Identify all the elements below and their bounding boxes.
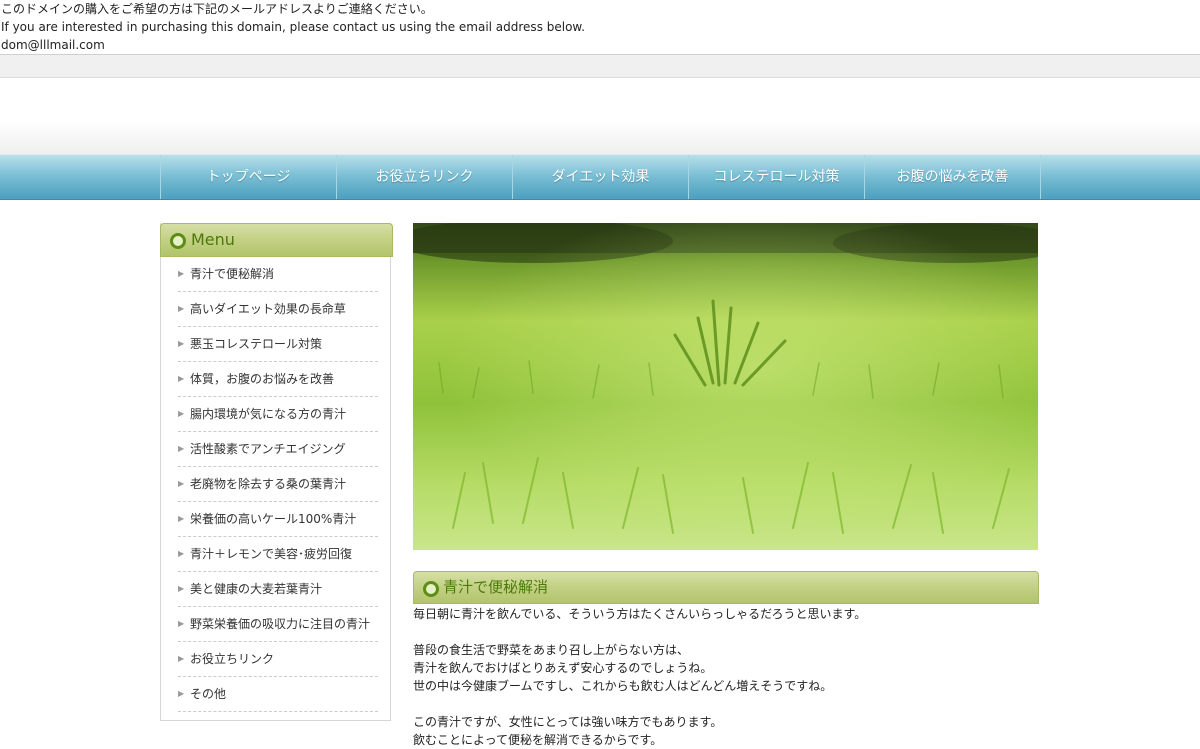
arrow-right-icon: ▶ [178,339,185,348]
nav-item-cholesterol[interactable]: コレステロール対策 [688,155,864,199]
article-line-blank [413,695,1039,713]
nav-item-stomach[interactable]: お腹の悩みを改善 [864,155,1041,199]
notice-japanese: このドメインの購入をご希望の方は下記のメールアドレスよりご連絡ください。 [1,2,433,16]
menu-item[interactable]: ▶ 高いダイエット効果の長命草 [178,292,378,327]
article-line: 毎日朝に青汁を飲んでいる、そういう方はたくさんいらっしゃるだろうと思います。 [413,607,867,621]
article-line-blank [413,623,1039,641]
menu-item[interactable]: ▶ 活性酸素でアンチエイジング [178,432,378,467]
menu-item[interactable]: ▶ 体質，お腹のお悩みを改善 [178,362,378,397]
menu-item-label: お役立ちリンク [190,652,275,666]
arrow-right-icon: ▶ [178,479,185,488]
nav-item-top[interactable]: トップページ [160,155,336,199]
menu-item-label: その他 [190,687,227,701]
arrow-right-icon: ▶ [178,689,185,698]
notice-english: If you are interested in purchasing this… [1,20,585,34]
arrow-right-icon: ▶ [178,619,185,628]
menu-item-label: 青汁で便秘解消 [190,267,275,281]
menu-item[interactable]: ▶ 栄養価の高いケール100%青汁 [178,502,378,537]
arrow-right-icon: ▶ [178,549,185,558]
menu-item[interactable]: ▶ 野菜栄養価の吸収力に注目の青汁 [178,607,378,642]
menu-item[interactable]: ▶ 老廃物を除去する桑の葉青汁 [178,467,378,502]
article-line: 青汁を飲んでおけばとりあえず安心するのでしょうね。 [413,661,713,675]
menu-item-label: 野菜栄養価の吸収力に注目の青汁 [190,617,371,631]
menu-item[interactable]: ▶ その他 [178,677,378,712]
article-line: 普段の食生活で野菜をあまり召し上がらない方は、 [413,643,690,657]
arrow-right-icon: ▶ [178,444,185,453]
grass-photo [413,223,1038,550]
article-title: 青汁で便秘解消 [443,578,549,596]
article-line: この青汁ですが、女性にとっては強い味方でもあります。 [413,715,723,729]
menu-item[interactable]: ▶ 腸内環境が気になる方の青汁 [178,397,378,432]
menu-title: Menu [191,230,235,249]
arrow-right-icon: ▶ [178,269,185,278]
arrow-right-icon: ▶ [178,374,185,383]
arrow-right-icon: ▶ [178,584,185,593]
contact-email[interactable]: dom@lllmail.com [1,36,105,54]
menu-item[interactable]: ▶ 美と健康の大麦若葉青汁 [178,572,378,607]
menu-item-label: 活性酸素でアンチエイジング [190,442,346,456]
arrow-right-icon: ▶ [178,409,185,418]
menu-list: ▶ 青汁で便秘解消 ▶ 高いダイエット効果の長命草 ▶ 悪玉コレステロール対策 ▶ 体質… [178,257,378,712]
nav-item-diet[interactable]: ダイエット効果 [512,155,688,199]
menu-heading: Menu [160,223,393,257]
menu-item[interactable]: ▶ 青汁で便秘解消 [178,257,378,292]
menu-item-label: 体質，お腹のお悩みを改善 [190,372,335,386]
circle-bullet-icon [170,233,186,249]
menu-item[interactable]: ▶ 悪玉コレステロール対策 [178,327,378,362]
arrow-right-icon: ▶ [178,514,185,523]
nav-item-links[interactable]: お役立ちリンク [336,155,512,199]
article-body: 毎日朝に青汁を飲んでいる、そういう方はたくさんいらっしゃるだろうと思います。 普… [413,605,1039,749]
arrow-right-icon: ▶ [178,654,185,663]
menu-item-label: 腸内環境が気になる方の青汁 [190,407,347,421]
global-nav: トップページ お役立ちリンク ダイエット効果 コレステロール対策 お腹の悩みを改… [0,154,1200,200]
menu-item-label: 青汁＋レモンで美容･疲労回復 [190,547,353,561]
circle-bullet-icon [423,581,439,597]
site-header [0,78,1200,154]
sidebar-menu: Menu ▶ 青汁で便秘解消 ▶ 高いダイエット効果の長命草 ▶ 悪玉コレステロール対… [160,223,393,721]
hero-image-grass [413,223,1038,550]
menu-item[interactable]: ▶ 青汁＋レモンで美容･疲労回復 [178,537,378,572]
menu-item[interactable]: ▶ お役立ちリンク [178,642,378,677]
article-heading: 青汁で便秘解消 [413,571,1039,604]
article-line: 飲むことによって便秘を解消できるからです。 [413,733,663,747]
menu-item-label: 栄養価の高いケール100%青汁 [190,512,357,526]
menu-item-label: 美と健康の大麦若葉青汁 [190,582,323,596]
top-bar [0,54,1200,78]
menu-item-label: 老廃物を除去する桑の葉青汁 [190,477,347,491]
menu-item-label: 高いダイエット効果の長命草 [190,302,346,316]
nav-list: トップページ お役立ちリンク ダイエット効果 コレステロール対策 お腹の悩みを改… [160,155,1041,199]
menu-item-label: 悪玉コレステロール対策 [190,337,323,351]
arrow-right-icon: ▶ [178,304,185,313]
article-line: 世の中は今健康ブームですし、これからも飲む人はどんどん増えそうですね。 [413,679,833,693]
